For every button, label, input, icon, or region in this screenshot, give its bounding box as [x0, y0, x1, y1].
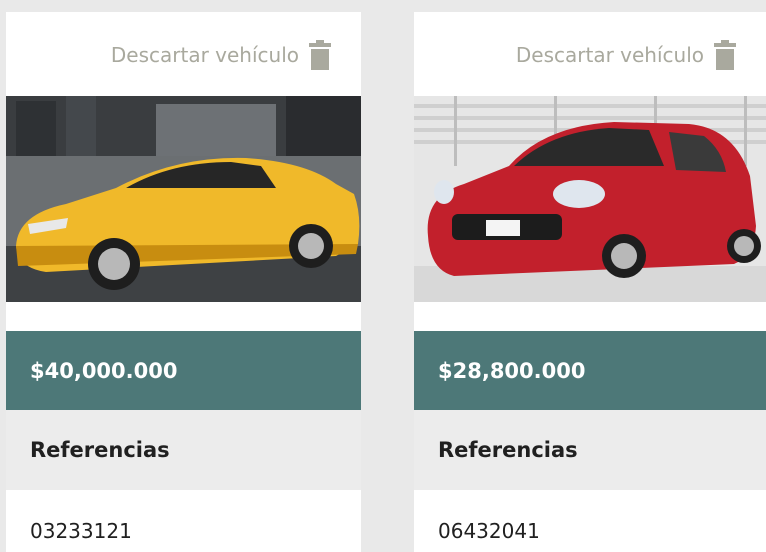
- references-label: Referencias: [438, 438, 578, 462]
- vehicle-photo: [6, 96, 361, 302]
- vehicle-card: Descartar vehículo: [6, 12, 361, 552]
- card-header: Descartar vehículo: [6, 12, 361, 96]
- card-header: Descartar vehículo: [414, 12, 766, 96]
- reference-value-row: 06432041: [414, 490, 766, 552]
- vehicle-card: Descartar vehículo: [414, 12, 766, 552]
- discard-vehicle-label: Descartar vehículo: [110, 43, 299, 67]
- vehicle-photo: [414, 96, 766, 302]
- trash-icon: [309, 40, 331, 70]
- trash-icon: [714, 40, 736, 70]
- discard-vehicle-button[interactable]: Descartar vehículo: [111, 40, 331, 70]
- references-header: Referencias: [414, 410, 766, 490]
- reference-value: 06432041: [438, 519, 540, 543]
- price-bar: $28,800.000: [414, 331, 766, 410]
- price-bar: $40,000.000: [6, 331, 361, 410]
- vehicle-price: $40,000.000: [30, 358, 178, 383]
- vehicle-price: $28,800.000: [438, 358, 586, 383]
- reference-value-row: 03233121: [6, 490, 361, 552]
- discard-vehicle-label: Descartar vehículo: [515, 43, 704, 67]
- references-header: Referencias: [6, 410, 361, 490]
- discard-vehicle-button[interactable]: Descartar vehículo: [516, 40, 736, 70]
- references-label: Referencias: [30, 438, 170, 462]
- reference-value: 03233121: [30, 519, 132, 543]
- spacer: [414, 302, 766, 331]
- spacer: [6, 302, 361, 331]
